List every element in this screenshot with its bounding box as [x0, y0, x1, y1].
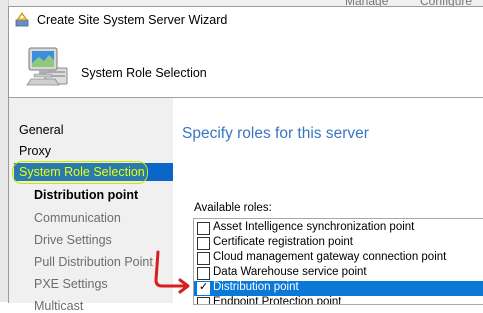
page-heading: Specify roles for this server [182, 125, 369, 142]
roles-list[interactable]: Asset Intelligence synchronization point… [193, 218, 483, 305]
role-item[interactable]: Asset Intelligence synchronization point [194, 221, 483, 236]
role-item-distribution-point[interactable]: ✓ Distribution point [194, 281, 483, 296]
wizard-navigation: General Proxy System Role Selection Dist… [9, 98, 173, 313]
nav-item-system-role-selection[interactable]: System Role Selection [19, 165, 145, 179]
role-checkbox[interactable] [197, 252, 210, 265]
role-checkbox-checked[interactable]: ✓ [197, 281, 210, 295]
role-item[interactable]: Cloud management gateway connection poin… [194, 251, 483, 266]
role-label: Certificate registration point [213, 236, 353, 248]
available-roles-label: Available roles: [194, 202, 272, 214]
role-item[interactable]: Endpoint Protection point [194, 296, 483, 305]
computer-icon [25, 42, 73, 90]
role-item[interactable]: Certificate registration point [194, 236, 483, 251]
role-label: Cloud management gateway connection poin… [213, 251, 447, 263]
role-checkbox[interactable] [197, 237, 210, 250]
nav-item-pxe-settings: PXE Settings [34, 277, 108, 291]
banner-title: System Role Selection [81, 66, 207, 80]
nav-item-general[interactable]: General [19, 123, 63, 137]
role-label: Endpoint Protection point [213, 296, 342, 305]
role-checkbox[interactable] [197, 297, 210, 304]
role-label: Data Warehouse service point [213, 266, 367, 278]
nav-item-communication: Communication [34, 211, 121, 225]
role-item[interactable]: Data Warehouse service point [194, 266, 483, 281]
wizard-window: Create Site System Server Wizard System … [8, 6, 483, 313]
role-label: Asset Intelligence synchronization point [213, 221, 415, 233]
nav-item-drive-settings: Drive Settings [34, 233, 112, 247]
window-title: Create Site System Server Wizard [37, 13, 228, 27]
role-checkbox[interactable] [197, 267, 210, 280]
wizard-icon [14, 11, 30, 27]
role-label: Distribution point [213, 281, 299, 293]
nav-item-pull-distribution-point: Pull Distribution Point [34, 255, 153, 269]
nav-item-multicast: Multicast [34, 299, 84, 313]
nav-item-distribution-point[interactable]: Distribution point [34, 188, 138, 202]
role-checkbox[interactable] [197, 222, 210, 235]
checkmark-icon: ✓ [199, 281, 209, 293]
wizard-banner: System Role Selection [9, 33, 483, 98]
nav-item-proxy[interactable]: Proxy [19, 144, 51, 158]
content-pane: Specify roles for this server Available … [173, 98, 483, 305]
title-bar[interactable]: Create Site System Server Wizard [9, 7, 483, 33]
